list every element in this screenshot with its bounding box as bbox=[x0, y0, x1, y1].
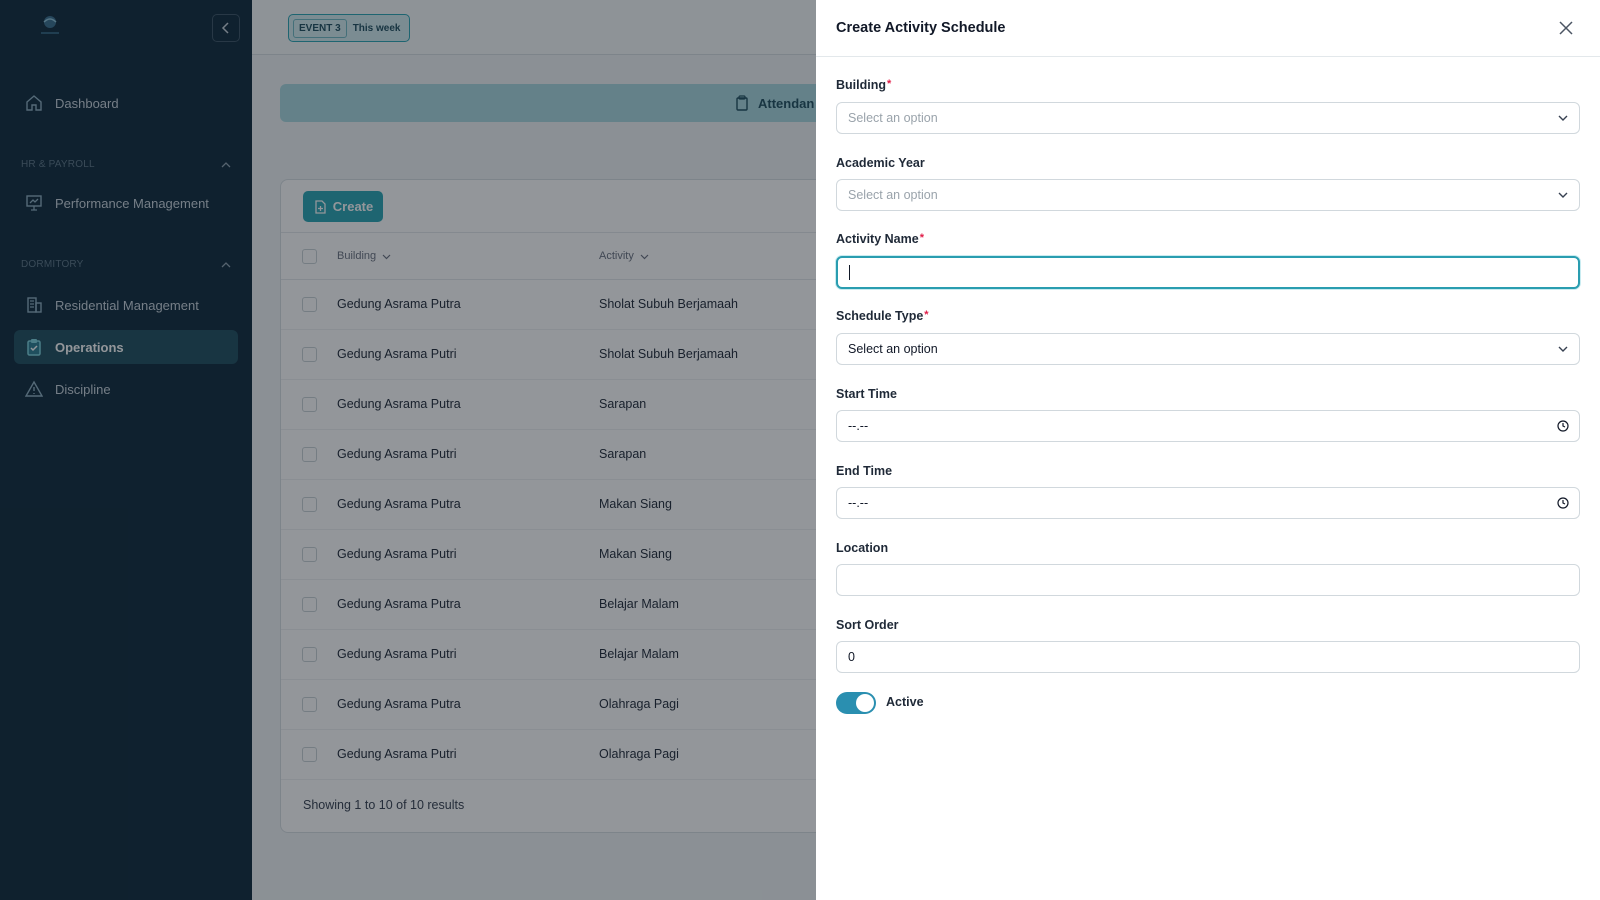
label-text: End Time bbox=[836, 464, 893, 478]
input-value: --.-- bbox=[848, 496, 869, 510]
close-icon bbox=[1559, 21, 1573, 35]
select-placeholder: Select an option bbox=[848, 111, 938, 125]
sort-order-label: Sort Order bbox=[836, 618, 899, 632]
academic-year-select[interactable]: Select an option bbox=[836, 179, 1580, 211]
drawer-header: Create Activity Schedule bbox=[816, 0, 1600, 57]
chevron-down-icon bbox=[1557, 189, 1569, 201]
active-toggle[interactable] bbox=[836, 692, 876, 714]
schedule-type-label: Schedule Type* bbox=[836, 309, 929, 323]
chevron-down-icon bbox=[1557, 112, 1569, 124]
chevron-down-icon bbox=[1557, 343, 1569, 355]
clock-icon[interactable] bbox=[1557, 420, 1569, 432]
select-placeholder: Select an option bbox=[848, 188, 938, 202]
drawer-title: Create Activity Schedule bbox=[836, 20, 1006, 36]
modal-backdrop[interactable] bbox=[0, 0, 816, 900]
start-time-input[interactable]: --.-- bbox=[836, 410, 1580, 442]
schedule-type-select[interactable]: Select an option bbox=[836, 333, 1580, 365]
input-value: 0 bbox=[848, 650, 855, 664]
activity-name-label: Activity Name* bbox=[836, 232, 924, 246]
start-time-label: Start Time bbox=[836, 387, 897, 401]
create-activity-drawer: Create Activity Schedule Building* Selec… bbox=[816, 0, 1600, 900]
label-text: Sort Order bbox=[836, 618, 899, 632]
activity-name-input[interactable] bbox=[836, 256, 1580, 289]
label-text: Schedule Type bbox=[836, 309, 924, 323]
end-time-input[interactable]: --.-- bbox=[836, 487, 1580, 519]
label-text: Activity Name bbox=[836, 232, 919, 246]
required-mark: * bbox=[924, 309, 929, 321]
required-mark: * bbox=[919, 232, 924, 244]
label-text: Location bbox=[836, 541, 889, 555]
active-toggle-label: Active bbox=[886, 695, 924, 709]
label-text: Academic Year bbox=[836, 156, 925, 170]
building-label: Building* bbox=[836, 78, 891, 92]
input-value: --.-- bbox=[848, 419, 869, 433]
label-text: Building bbox=[836, 78, 886, 92]
end-time-label: End Time bbox=[836, 464, 892, 478]
text-caret bbox=[849, 265, 850, 280]
toggle-knob bbox=[856, 694, 874, 712]
location-input[interactable] bbox=[836, 564, 1580, 596]
label-text: Start Time bbox=[836, 387, 897, 401]
location-label: Location bbox=[836, 541, 888, 555]
select-value: Select an option bbox=[848, 342, 938, 356]
required-mark: * bbox=[887, 78, 892, 90]
academic-year-label: Academic Year bbox=[836, 156, 925, 170]
building-select[interactable]: Select an option bbox=[836, 102, 1580, 134]
sort-order-input[interactable]: 0 bbox=[836, 641, 1580, 673]
close-button[interactable] bbox=[1556, 18, 1576, 38]
clock-icon[interactable] bbox=[1557, 497, 1569, 509]
